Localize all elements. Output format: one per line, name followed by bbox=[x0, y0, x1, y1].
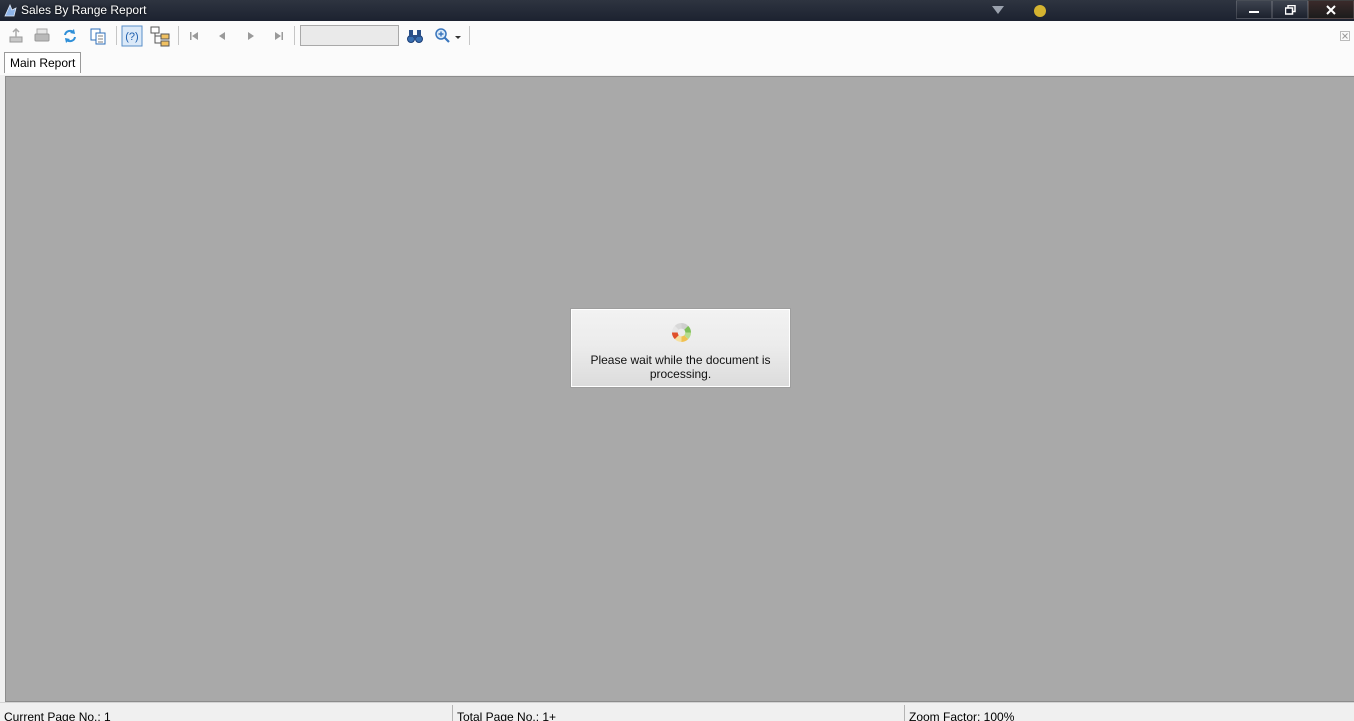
app-report-icon bbox=[4, 3, 17, 17]
processing-dialog: Please wait while the document is proces… bbox=[570, 308, 791, 388]
tab-main-report[interactable]: Main Report bbox=[4, 52, 82, 73]
status-bar: Current Page No.: 1 Total Page No.: 1+ Z… bbox=[0, 702, 1354, 721]
help-button[interactable]: (?) bbox=[121, 25, 143, 47]
last-page-icon bbox=[275, 32, 283, 40]
status-current-page: Current Page No.: 1 bbox=[4, 710, 111, 721]
restore-icon bbox=[1284, 4, 1296, 15]
close-button[interactable] bbox=[1308, 0, 1354, 19]
first-page-icon bbox=[190, 32, 198, 40]
page-number-input[interactable] bbox=[300, 25, 399, 46]
help-icon: (?) bbox=[121, 25, 143, 47]
previous-page-button[interactable] bbox=[211, 25, 233, 47]
loading-spinner-icon bbox=[671, 322, 692, 343]
find-button[interactable] bbox=[404, 25, 426, 47]
prev-page-icon bbox=[219, 32, 225, 40]
group-tree-button[interactable] bbox=[149, 25, 171, 47]
print-button[interactable] bbox=[31, 25, 53, 47]
last-page-button[interactable] bbox=[268, 25, 290, 47]
first-page-button[interactable] bbox=[183, 25, 205, 47]
copy-icon bbox=[90, 28, 106, 45]
report-viewer-area[interactable] bbox=[5, 76, 1354, 702]
refresh-button[interactable] bbox=[59, 25, 81, 47]
refresh-icon bbox=[64, 29, 76, 43]
minimize-icon bbox=[1249, 10, 1259, 13]
find-icon bbox=[407, 30, 423, 43]
tab-strip: Main Report bbox=[0, 50, 1354, 75]
report-toolbar: (?) bbox=[0, 21, 1354, 51]
zoom-icon bbox=[435, 28, 461, 43]
group-tree-icon bbox=[150, 26, 170, 47]
export-button[interactable] bbox=[5, 25, 27, 47]
status-total-page: Total Page No.: 1+ bbox=[457, 710, 557, 721]
title-bar[interactable]: Sales By Range Report bbox=[0, 0, 1354, 21]
svg-text:(?): (?) bbox=[125, 31, 138, 43]
window-title: Sales By Range Report bbox=[21, 3, 147, 17]
next-page-icon bbox=[248, 32, 254, 40]
network-icon bbox=[992, 6, 1004, 14]
processing-message: Please wait while the document is proces… bbox=[590, 353, 771, 381]
copy-button[interactable] bbox=[87, 25, 109, 47]
export-icon bbox=[9, 27, 23, 43]
status-zoom-factor: Zoom Factor: 100% bbox=[909, 710, 1015, 721]
next-page-button[interactable] bbox=[240, 25, 262, 47]
restore-button[interactable] bbox=[1272, 0, 1308, 19]
print-icon bbox=[34, 28, 50, 42]
close-icon bbox=[1326, 4, 1336, 15]
minimize-button[interactable] bbox=[1236, 0, 1272, 19]
close-report-icon[interactable] bbox=[1340, 31, 1350, 41]
zoom-dropdown-button[interactable] bbox=[432, 25, 464, 47]
sun-icon bbox=[1034, 5, 1046, 17]
